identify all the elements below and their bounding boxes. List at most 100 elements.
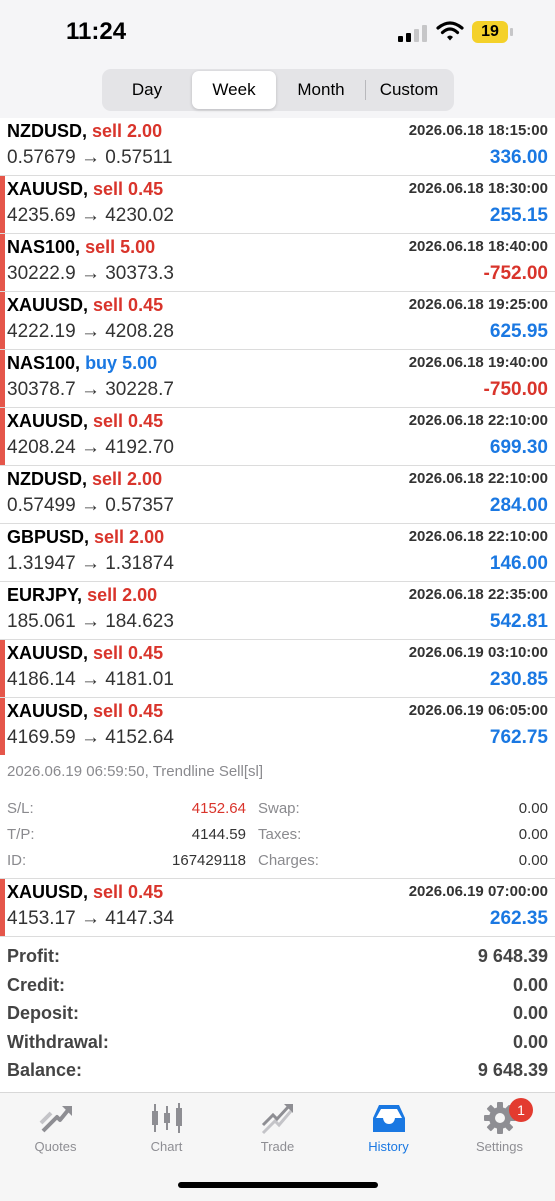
deal-row[interactable]: XAUUSD, sell 0.45 2026.06.18 19:25:00 42… [0, 292, 555, 350]
summary-balance: Balance: 9 648.39 [0, 1057, 555, 1086]
deal-prices: 0.57499 → 0.57357 [7, 495, 174, 516]
deal-time: 2026.06.19 07:00:00 [408, 883, 548, 900]
deal-details: 2026.06.19 06:59:50, Trendline Sell[sl] … [0, 755, 555, 879]
deal-title: XAUUSD, sell 0.45 [7, 701, 163, 722]
summary-withdrawal: Withdrawal: 0.00 [0, 1029, 555, 1058]
deal-prices: 30378.7 → 30228.7 [7, 379, 174, 400]
deal-side: sell 2.00 [92, 469, 163, 489]
deal-time: 2026.06.18 19:40:00 [408, 354, 548, 371]
deal-row-expanded[interactable]: XAUUSD, sell 0.45 2026.06.19 06:05:00 41… [0, 698, 555, 755]
deal-time: 2026.06.18 19:25:00 [408, 296, 548, 313]
deal-symbol: XAUUSD, [7, 411, 89, 431]
clock: 11:24 [66, 18, 127, 45]
deal-symbol: GBPUSD, [7, 527, 90, 547]
deal-marker [0, 234, 5, 291]
deal-marker [0, 176, 5, 233]
status-bar: 11:24 19 [0, 0, 555, 66]
deal-row[interactable]: XAUUSD, sell 0.45 2026.06.19 03:10:00 41… [0, 640, 555, 698]
summary-label: Deposit: [7, 1003, 79, 1023]
swap-label: Swap: [258, 800, 300, 817]
deal-symbol: NZDUSD, [7, 469, 87, 489]
sl-label: S/L: [7, 800, 34, 817]
deal-side: sell 2.00 [92, 121, 163, 141]
deal-time: 2026.06.18 22:10:00 [408, 470, 548, 487]
deal-title: NZDUSD, sell 2.00 [7, 121, 162, 142]
deal-row[interactable]: GBPUSD, sell 2.00 2026.06.18 22:10:00 1.… [0, 524, 555, 582]
summary-label: Withdrawal: [7, 1031, 109, 1052]
tab-custom[interactable]: Custom [366, 71, 452, 109]
deal-marker [0, 408, 5, 465]
tab-label: Trade [260, 1139, 295, 1154]
deal-marker [0, 879, 5, 936]
summary-credit: Credit: 0.00 [0, 972, 555, 1001]
deal-profit: 284.00 [489, 495, 548, 516]
tab-trade[interactable]: Trade [222, 1093, 333, 1161]
deals-list: NZDUSD, sell 2.00 2026.06.18 18:15:00 0.… [0, 118, 555, 937]
deal-row[interactable]: NZDUSD, sell 2.00 2026.06.18 18:15:00 0.… [0, 118, 555, 176]
summary-value: 0.00 [512, 1003, 548, 1023]
deal-prices: 0.57679 → 0.57511 [7, 147, 173, 168]
deal-profit: 336.00 [489, 147, 548, 168]
deal-symbol: XAUUSD, [7, 643, 89, 663]
tab-label: History [368, 1139, 409, 1154]
deal-prices: 185.061 → 184.623 [7, 611, 174, 632]
deal-symbol: NAS100, [7, 237, 81, 257]
id-label: ID: [7, 852, 27, 869]
summary-label: Credit: [7, 974, 65, 995]
deal-title: GBPUSD, sell 2.00 [7, 527, 164, 548]
deal-title: NZDUSD, sell 2.00 [7, 469, 162, 490]
id-value: 167429118 [172, 852, 246, 869]
deal-row[interactable]: NZDUSD, sell 2.00 2026.06.18 22:10:00 0.… [0, 466, 555, 524]
deal-title: XAUUSD, sell 0.45 [7, 643, 163, 664]
deal-row[interactable]: EURJPY, sell 2.00 2026.06.18 22:35:00 18… [0, 582, 555, 640]
deal-profit: 762.75 [489, 727, 548, 748]
summary-label: Balance: [7, 1060, 83, 1080]
charges-label: Charges: [258, 852, 319, 869]
charges-value: 0.00 [518, 852, 548, 869]
deal-title: XAUUSD, sell 0.45 [7, 882, 163, 903]
deal-row[interactable]: NAS100, sell 5.00 2026.06.18 18:40:00 30… [0, 234, 555, 292]
summary-value: 0.00 [512, 1031, 548, 1052]
tab-label: Settings [476, 1139, 523, 1154]
wifi-icon [436, 21, 464, 41]
deal-profit: -752.00 [483, 263, 548, 284]
deal-row[interactable]: XAUUSD, sell 0.45 2026.06.19 07:00:00 41… [0, 879, 555, 937]
deal-time: 2026.06.18 22:35:00 [408, 586, 548, 603]
deal-side: sell 2.00 [94, 527, 165, 547]
tab-quotes[interactable]: Quotes [0, 1093, 111, 1161]
deal-symbol: XAUUSD, [7, 701, 89, 721]
summary-label: Profit: [7, 946, 60, 966]
home-indicator[interactable] [178, 1182, 378, 1188]
deal-title: XAUUSD, sell 0.45 [7, 411, 163, 432]
settings-notification-badge: 1 [509, 1098, 533, 1122]
deal-symbol: NAS100, [7, 353, 81, 373]
deal-row[interactable]: XAUUSD, sell 0.45 2026.06.18 22:10:00 42… [0, 408, 555, 466]
deal-profit: 146.00 [489, 553, 548, 574]
summary-value: 9 648.39 [477, 946, 548, 966]
deal-time: 2026.06.18 18:40:00 [408, 238, 548, 255]
deal-title: NAS100, buy 5.00 [7, 353, 157, 374]
tab-label: Quotes [34, 1139, 77, 1154]
tab-settings[interactable]: Settings [444, 1093, 555, 1161]
tab-history[interactable]: History [333, 1093, 444, 1161]
deal-prices: 4153.17 → 4147.34 [7, 908, 174, 929]
deal-profit: 262.35 [489, 908, 548, 929]
swap-value: 0.00 [518, 800, 548, 817]
tab-chart[interactable]: Chart [111, 1093, 222, 1161]
summary-value: 9 648.39 [477, 1060, 548, 1080]
deal-side: buy 5.00 [85, 353, 158, 373]
deal-prices: 4222.19 → 4208.28 [7, 321, 174, 342]
deal-row[interactable]: NAS100, buy 5.00 2026.06.18 19:40:00 303… [0, 350, 555, 408]
deal-row[interactable]: XAUUSD, sell 0.45 2026.06.18 18:30:00 42… [0, 176, 555, 234]
deal-prices: 4186.14 → 4181.01 [7, 669, 174, 690]
summary-profit: Profit: 9 648.39 [0, 943, 555, 972]
tab-day[interactable]: Day [104, 71, 190, 109]
deal-time: 2026.06.18 22:10:00 [408, 412, 548, 429]
tab-month[interactable]: Month [278, 71, 364, 109]
deal-symbol: XAUUSD, [7, 179, 89, 199]
deal-time: 2026.06.19 06:05:00 [408, 702, 548, 719]
deal-symbol: XAUUSD, [7, 295, 89, 315]
deal-profit: 230.85 [489, 669, 548, 690]
deal-prices: 4208.24 → 4192.70 [7, 437, 174, 458]
tab-week[interactable]: Week [192, 71, 276, 109]
